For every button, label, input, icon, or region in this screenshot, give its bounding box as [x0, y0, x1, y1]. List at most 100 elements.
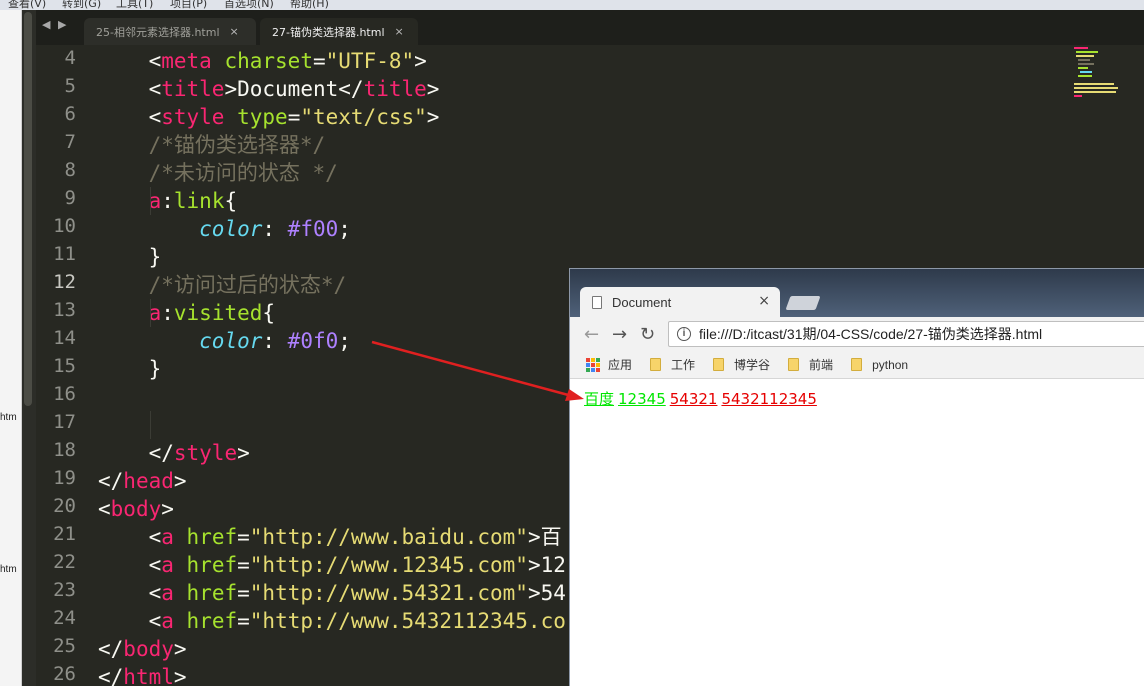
- folder-icon: [851, 358, 863, 371]
- code-line[interactable]: color: #f00;: [98, 215, 351, 243]
- browser-tab[interactable]: Document ×: [580, 287, 780, 317]
- code-token: "http://www.12345.com": [249, 553, 528, 577]
- code-line[interactable]: <a href="http://www.5432112345.co: [98, 607, 566, 635]
- code-line[interactable]: /*锚伪类选择器*/: [98, 131, 326, 159]
- code-token: <: [148, 553, 162, 577]
- bookmark-apps[interactable]: 应用: [586, 356, 632, 373]
- code-token: </: [98, 665, 124, 686]
- code-token: :: [161, 301, 174, 325]
- code-token: >: [161, 497, 174, 521]
- page-content: 百度 12345 54321 5432112345: [570, 379, 1144, 686]
- bookmark-label: 前端: [809, 358, 834, 372]
- page-link[interactable]: 54321: [670, 390, 718, 408]
- bookmark-folder[interactable]: 工作: [650, 356, 695, 373]
- code-line[interactable]: </html>: [98, 663, 187, 686]
- code-token: body: [123, 637, 174, 661]
- sidebar-file-label[interactable]: htm: [0, 564, 17, 575]
- line-number: 10: [53, 215, 76, 237]
- line-number: 8: [64, 159, 76, 181]
- line-number: 19: [53, 467, 76, 489]
- code-token: #f00: [287, 217, 339, 241]
- code-line[interactable]: /*未访问的状态 */: [98, 159, 338, 187]
- menu-item[interactable]: 工具(T): [116, 0, 153, 10]
- menu-item[interactable]: 转到(G): [62, 0, 101, 10]
- sidebar: htm htm: [0, 10, 22, 686]
- code-token: <: [148, 49, 162, 73]
- code-token: color: [199, 329, 263, 353]
- code-line[interactable]: <a href="http://www.12345.com">12: [98, 551, 566, 579]
- code-token: </: [338, 77, 364, 101]
- sidebar-scrollbar-thumb[interactable]: [24, 12, 32, 406]
- tab-file-27[interactable]: 27-锚伪类选择器.html ×: [260, 18, 418, 45]
- code-token: /*访问过后的状态*/: [148, 273, 347, 297]
- code-token: }: [98, 357, 162, 381]
- close-icon[interactable]: ×: [230, 25, 239, 38]
- indent-guide: [150, 411, 151, 439]
- new-tab-button[interactable]: [785, 296, 821, 310]
- address-bar[interactable]: i file:///D:/itcast/31期/04-CSS/code/27-锚…: [668, 321, 1144, 347]
- menu-item[interactable]: 首选项(N): [224, 0, 274, 10]
- code-token: 54: [540, 581, 566, 605]
- minimap[interactable]: [1070, 45, 1130, 105]
- code-token: {: [224, 189, 238, 213]
- code-token: "http://www.baidu.com": [249, 525, 528, 549]
- sidebar-file-label[interactable]: htm: [0, 412, 17, 423]
- code-token: }: [98, 245, 162, 269]
- close-icon[interactable]: ×: [758, 293, 770, 309]
- code-token: "http://www.5432112345.co: [249, 609, 566, 633]
- code-token: >: [527, 581, 541, 605]
- info-icon[interactable]: i: [677, 327, 691, 341]
- line-number: 6: [64, 103, 76, 125]
- tab-nav-arrows-icon[interactable]: ◀ ▶: [42, 18, 68, 31]
- bookmark-folder[interactable]: 前端: [788, 356, 833, 373]
- tab-file-25[interactable]: 25-相邻元素选择器.html ×: [84, 18, 256, 45]
- page-link[interactable]: 百度: [584, 390, 614, 408]
- code-token: <: [148, 581, 162, 605]
- code-line[interactable]: a:visited{: [98, 299, 275, 327]
- page-link[interactable]: 12345: [618, 390, 666, 408]
- bookmark-folder[interactable]: python: [851, 358, 908, 372]
- code-line[interactable]: <a href="http://www.baidu.com">百: [98, 523, 562, 551]
- line-number: 25: [53, 635, 76, 657]
- code-line[interactable]: </style>: [98, 439, 250, 467]
- code-token: a: [161, 525, 174, 549]
- code-token: >: [426, 105, 440, 129]
- menu-item[interactable]: 项目(P): [170, 0, 207, 10]
- code-line[interactable]: color: #0f0;: [98, 327, 351, 355]
- code-token: {: [262, 301, 276, 325]
- code-token: >: [426, 77, 440, 101]
- line-number: 7: [64, 131, 76, 153]
- code-line[interactable]: /*访问过后的状态*/: [98, 271, 347, 299]
- bookmark-folder[interactable]: 博学谷: [713, 356, 770, 373]
- code-line[interactable]: </head>: [98, 467, 187, 495]
- tab-label: 27-锚伪类选择器.html: [272, 25, 385, 39]
- code-line[interactable]: <body>: [98, 495, 174, 523]
- menu-item[interactable]: 帮助(H): [290, 0, 329, 10]
- close-icon[interactable]: ×: [395, 25, 404, 38]
- code-token: href: [186, 525, 238, 549]
- line-number-gutter: 4 5 6 7 8 9 10 11 12 13 14 15 16 17 18 19 20 21 22 23 24 25 26: [36, 45, 94, 686]
- code-token: =: [287, 105, 301, 129]
- code-line[interactable]: }: [98, 355, 162, 383]
- code-line[interactable]: <style type="text/css">: [98, 103, 440, 131]
- code-line[interactable]: </body>: [98, 635, 187, 663]
- forward-icon[interactable]: →: [612, 324, 627, 345]
- reload-icon[interactable]: ↻: [640, 324, 655, 345]
- code-line[interactable]: a:link{: [98, 187, 238, 215]
- code-line[interactable]: <meta charset="UTF-8">: [98, 47, 427, 75]
- address-url[interactable]: file:///D:/itcast/31期/04-CSS/code/27-锚伪类…: [699, 324, 1042, 344]
- code-line[interactable]: }: [98, 243, 162, 271]
- code-token: :: [262, 217, 288, 241]
- code-line[interactable]: <a href="http://www.54321.com">54: [98, 579, 566, 607]
- back-icon[interactable]: ←: [584, 324, 599, 345]
- code-line[interactable]: <title>Document</title>: [98, 75, 440, 103]
- page-link[interactable]: 5432112345: [721, 390, 816, 408]
- menu-item[interactable]: 查看(V): [8, 0, 46, 10]
- code-token: =: [237, 525, 250, 549]
